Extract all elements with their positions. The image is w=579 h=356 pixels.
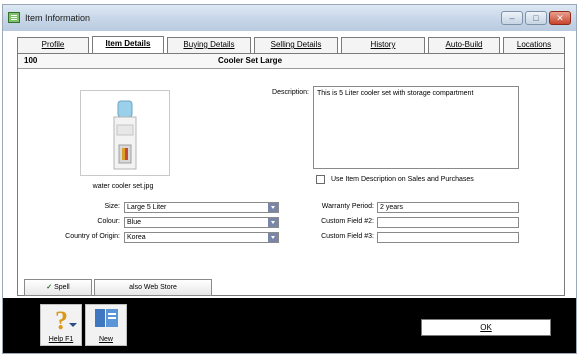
spell-button-label: Spell bbox=[54, 284, 70, 291]
item-code: 100 bbox=[24, 56, 38, 65]
country-value: Korea bbox=[127, 234, 146, 241]
item-information-window: Item Information – □ ✕ Profile Item Deta… bbox=[2, 4, 577, 354]
custom-field-2-label: Custom Field #2: bbox=[321, 218, 374, 225]
chevron-down-icon[interactable] bbox=[268, 233, 278, 242]
maximize-button[interactable]: □ bbox=[525, 11, 547, 25]
tab-auto-build[interactable]: Auto-Build bbox=[428, 37, 500, 53]
warranty-field[interactable]: 2 years bbox=[377, 202, 519, 213]
tab-buying-details[interactable]: Buying Details bbox=[167, 37, 251, 53]
web-store-button[interactable]: also Web Store bbox=[94, 279, 212, 296]
custom-field-2[interactable] bbox=[377, 217, 519, 228]
colour-dropdown[interactable]: Blue bbox=[124, 217, 279, 228]
tab-item-details[interactable]: Item Details bbox=[92, 36, 164, 54]
spell-button[interactable]: ✓ Spell bbox=[24, 279, 92, 296]
item-picture[interactable] bbox=[80, 90, 170, 176]
tab-selling-details[interactable]: Selling Details bbox=[254, 37, 338, 53]
size-value: Large 5 Liter bbox=[127, 204, 167, 211]
svg-text:?: ? bbox=[55, 306, 68, 333]
use-item-description-checkbox[interactable] bbox=[316, 175, 325, 184]
water-cooler-image bbox=[113, 100, 137, 170]
item-name: Cooler Set Large bbox=[218, 56, 283, 65]
custom-field-3-label: Custom Field #3: bbox=[321, 233, 374, 240]
tab-profile[interactable]: Profile bbox=[17, 37, 89, 53]
item-details-panel: 100 Cooler Set Large water cooler set.jp… bbox=[17, 53, 565, 296]
ok-button[interactable]: OK bbox=[421, 319, 551, 336]
minimize-button[interactable]: – bbox=[501, 11, 523, 25]
close-button[interactable]: ✕ bbox=[549, 11, 571, 25]
new-button[interactable]: New bbox=[85, 304, 127, 346]
use-item-description-label: Use Item Description on Sales and Purcha… bbox=[331, 176, 474, 183]
country-label: Country of Origin: bbox=[65, 233, 120, 240]
window-title: Item Information bbox=[25, 13, 91, 23]
tab-history[interactable]: History bbox=[341, 37, 425, 53]
image-caption: water cooler set.jpg bbox=[92, 183, 154, 190]
item-header: 100 Cooler Set Large bbox=[18, 54, 564, 69]
description-textarea[interactable]: This is 5 Liter cooler set with storage … bbox=[313, 86, 519, 169]
warranty-label: Warranty Period: bbox=[321, 203, 374, 210]
title-bar[interactable]: Item Information – □ ✕ bbox=[3, 5, 576, 31]
app-icon bbox=[8, 12, 20, 23]
new-button-label: New bbox=[98, 336, 113, 343]
tab-locations[interactable]: Locations bbox=[503, 37, 565, 53]
help-icon: ? bbox=[55, 306, 77, 335]
description-label: Description: bbox=[272, 89, 309, 96]
help-button-label: Help F1 bbox=[48, 336, 74, 343]
custom-field-3[interactable] bbox=[377, 232, 519, 243]
country-dropdown[interactable]: Korea bbox=[124, 232, 279, 243]
chevron-down-icon[interactable] bbox=[268, 203, 278, 212]
size-label: Size: bbox=[104, 203, 120, 210]
help-button[interactable]: ? Help F1 bbox=[40, 304, 82, 346]
colour-label: Colour: bbox=[97, 218, 120, 225]
footer-toolbar: ? Help F1 New OK bbox=[3, 298, 576, 353]
colour-value: Blue bbox=[127, 219, 142, 226]
new-document-icon bbox=[95, 309, 118, 327]
spell-check-icon: ✓ bbox=[46, 284, 53, 291]
size-dropdown[interactable]: Large 5 Liter bbox=[124, 202, 279, 213]
chevron-down-icon[interactable] bbox=[268, 218, 278, 227]
